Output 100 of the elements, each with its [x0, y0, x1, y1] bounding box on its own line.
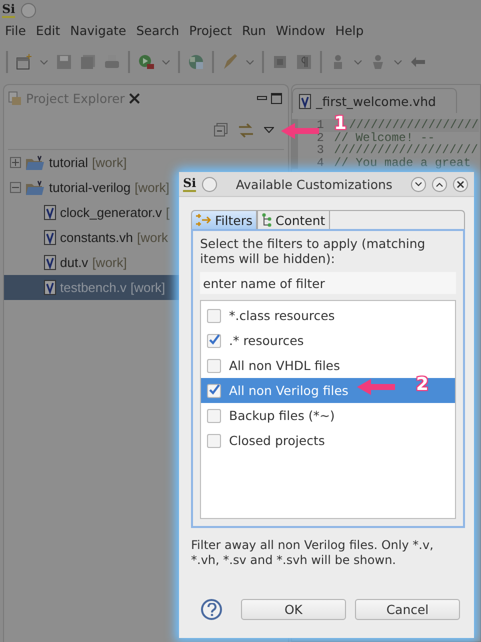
caret-icon[interactable] [354, 60, 362, 64]
maximize-button[interactable] [432, 176, 447, 192]
filter-label: Backup files (*~) [229, 408, 335, 423]
caret-icon[interactable] [246, 60, 254, 64]
editor-tab[interactable]: _first_welcome.vhd [292, 88, 457, 113]
new-window-icon[interactable] [16, 54, 32, 70]
filter-label: .* resources [229, 333, 304, 348]
app-logo: Si [2, 2, 16, 18]
tree-item[interactable]: tutorial [work] [4, 150, 298, 175]
close-icon [457, 180, 464, 188]
line-number: 2 [316, 132, 325, 144]
checkbox[interactable] [207, 358, 221, 372]
item-tag: [work] [134, 180, 170, 195]
dialog-tab[interactable]: Content [257, 210, 330, 229]
verilog-file-icon [44, 205, 56, 220]
close-button[interactable] [453, 176, 468, 192]
filter-label: All non Verilog files [229, 383, 348, 398]
menu-item[interactable]: Run [238, 22, 273, 38]
annotation-number: 2 [416, 376, 429, 393]
project-folder-icon [25, 154, 45, 170]
annotation-number: 1 [334, 115, 347, 132]
line-number: 1 [316, 119, 325, 132]
checkbox[interactable] [207, 308, 221, 322]
pilcrow-icon[interactable] [296, 54, 312, 70]
window-menu-button[interactable] [202, 176, 218, 192]
filter-label: All non VHDL files [229, 358, 340, 373]
person-icon[interactable] [370, 54, 386, 70]
app-logo: Si [183, 176, 196, 192]
chevron-up-icon [436, 182, 443, 186]
tree-icon [262, 213, 272, 227]
verilog-file-icon [44, 255, 56, 270]
code-line: // You made a great [334, 156, 471, 169]
code-line: //////////////////// [334, 144, 478, 156]
caret-icon[interactable] [162, 60, 170, 64]
chevron-down-icon [415, 182, 422, 186]
item-name: tutorial [49, 155, 88, 170]
item-name: testbench.v [60, 280, 126, 295]
help-icon [206, 603, 216, 616]
help-button[interactable] [201, 599, 222, 620]
item-tag: [work [137, 230, 168, 245]
menu-item[interactable]: Edit [32, 22, 68, 38]
window-menu-button[interactable] [21, 2, 36, 18]
item-name: dut.v [60, 255, 88, 270]
annotation-arrow [281, 122, 319, 140]
filter-search-field[interactable]: enter name of filter [200, 272, 456, 294]
collapse-all-icon[interactable] [214, 123, 228, 137]
menu-item[interactable]: File [2, 22, 33, 38]
checkbox[interactable] [207, 384, 221, 398]
menu-item[interactable]: Help [332, 22, 371, 38]
caret-icon[interactable] [40, 60, 48, 64]
item-tag: [work] [92, 255, 127, 270]
dialog-button[interactable]: OK [241, 599, 346, 620]
link-arrows-icon[interactable] [238, 122, 254, 138]
item-tag: [work] [92, 155, 127, 170]
item-name: clock_generator.v [60, 205, 162, 220]
code-line: // Welcome! -- [334, 132, 435, 144]
explorer-icon [8, 90, 22, 106]
checkbox[interactable] [207, 408, 221, 422]
line-number: 4 [316, 156, 325, 169]
collapse-icon[interactable] [10, 182, 21, 193]
filter-description: Filter away all non Verilog files. Only *.v, *.vh, *.sv and *.svh will be shown. [191, 538, 434, 568]
item-name: tutorial-verilog [49, 180, 131, 195]
filter-row[interactable]: .* resources [201, 328, 455, 353]
dialog-tab[interactable]: Filters [191, 210, 258, 229]
caret-icon[interactable] [394, 60, 402, 64]
minimize-icon[interactable] [257, 96, 267, 100]
filter-arrows-icon [196, 213, 212, 227]
filter-row[interactable]: Backup files (*~) [201, 403, 455, 428]
item-name: constants.vh [60, 230, 133, 245]
filter-row[interactable]: Closed projects [201, 428, 455, 453]
expand-icon[interactable] [10, 157, 21, 168]
filter-row[interactable]: *.class resources [201, 303, 455, 328]
line-number: 3 [316, 144, 325, 156]
code-line: ////////////////// [349, 119, 479, 132]
item-tag: [work] [130, 280, 166, 295]
verilog-file-icon [44, 280, 56, 295]
menu-item[interactable]: Navigate [67, 22, 134, 38]
run-icon[interactable] [138, 54, 154, 70]
globe-icon[interactable] [188, 54, 204, 70]
filter-label: Closed projects [229, 433, 325, 448]
checkbox[interactable] [207, 434, 221, 448]
maximize-icon[interactable] [271, 92, 282, 104]
pen-icon[interactable] [222, 54, 238, 70]
instructions-text: Select the filters to apply (matching items will be hidden): [200, 236, 426, 266]
minimize-button[interactable] [411, 176, 426, 192]
view-menu-icon[interactable] [264, 127, 274, 133]
disks-icon[interactable] [80, 54, 96, 70]
verilog-file-icon [44, 230, 56, 245]
menu-item[interactable]: Window [272, 22, 332, 38]
verilog-file-icon [299, 94, 311, 108]
annotation-arrow [357, 378, 395, 396]
dialog-button[interactable]: Cancel [355, 599, 460, 620]
checkbox[interactable] [207, 334, 221, 348]
dialog-title: Available Customizations [234, 176, 394, 192]
close-icon[interactable] [128, 92, 140, 104]
menu-item[interactable]: Search [133, 22, 186, 38]
item-tag: [ [166, 205, 170, 220]
block-icon[interactable] [272, 54, 288, 70]
project-folder-icon [25, 180, 45, 196]
menu-item[interactable]: Project [186, 22, 239, 38]
